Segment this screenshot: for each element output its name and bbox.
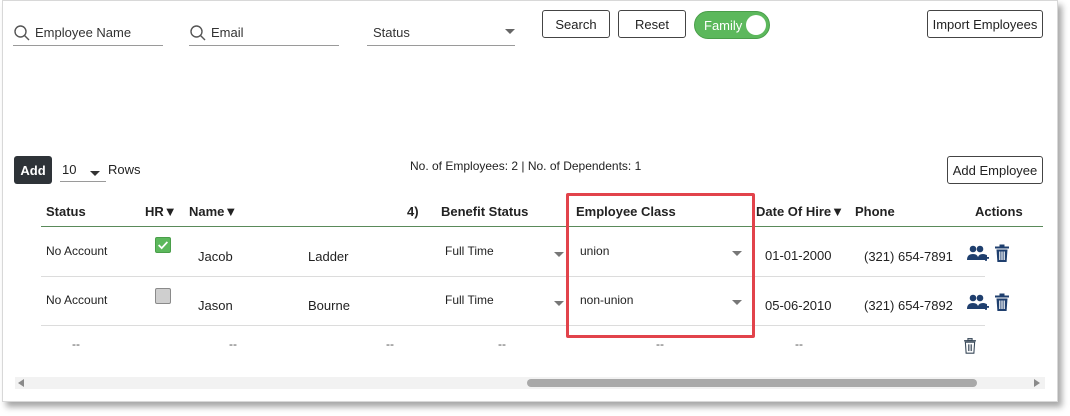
first-name-cell: Jacob (198, 249, 233, 264)
reset-button[interactable]: Reset (618, 10, 686, 38)
column-header-name[interactable]: Name▼ (189, 204, 237, 219)
phone-cell: (321) 654-7892 (864, 298, 953, 313)
search-icon (190, 24, 206, 40)
family-toggle-label: Family (704, 17, 743, 33)
rows-label: Rows (108, 162, 141, 177)
rows-per-page-select[interactable]: 10 (60, 158, 106, 182)
email-filter[interactable]: Email (189, 20, 339, 46)
chevron-down-icon (90, 171, 100, 176)
status-filter-select[interactable]: Status (367, 20, 515, 46)
column-header-date-of-hire[interactable]: Date Of Hire▼ (756, 204, 844, 219)
scroll-left-icon[interactable] (18, 379, 24, 387)
phone-cell: (321) 654-7891 (864, 249, 953, 264)
row-divider (41, 276, 985, 277)
placeholder-dash: -- (72, 337, 80, 351)
status-placeholder: Status (373, 25, 410, 40)
chevron-down-icon (554, 301, 564, 306)
column-header-actions: Actions (975, 204, 1023, 219)
hr-checkbox[interactable] (155, 288, 171, 304)
status-cell: No Account (46, 244, 108, 258)
column-header-hr[interactable]: HR▼ (145, 204, 177, 219)
last-name-cell: Ladder (308, 249, 349, 264)
placeholder-dash: -- (229, 337, 237, 351)
employee-table-panel: Employee Name Email Status Search Reset … (2, 0, 1058, 402)
scroll-right-icon[interactable] (1034, 379, 1040, 387)
search-icon (14, 24, 30, 40)
benefit-status-select[interactable]: Full Time (445, 293, 565, 313)
chevron-down-icon (554, 252, 564, 257)
employee-name-placeholder: Employee Name (35, 25, 132, 40)
column-header-4[interactable]: 4) (407, 204, 419, 219)
add-dependent-icon[interactable] (966, 293, 990, 313)
trash-icon[interactable] (994, 244, 1010, 263)
placeholder-dash: -- (498, 337, 506, 351)
placeholder-dash: -- (795, 337, 803, 351)
trash-icon[interactable] (963, 338, 977, 354)
row-divider (41, 325, 985, 326)
import-employees-button[interactable]: Import Employees (927, 10, 1043, 38)
search-button[interactable]: Search (542, 10, 610, 38)
column-header-status[interactable]: Status (46, 204, 86, 219)
scrollbar-thumb[interactable] (527, 379, 977, 387)
table-header-divider (41, 226, 1043, 227)
date-of-hire-cell: 05-06-2010 (765, 298, 832, 313)
employee-dependent-counts: No. of Employees: 2 | No. of Dependents:… (410, 159, 642, 173)
trash-icon[interactable] (994, 293, 1010, 312)
add-button[interactable]: Add (14, 156, 52, 184)
last-name-cell: Bourne (308, 298, 350, 313)
column-header-benefit-status[interactable]: Benefit Status (441, 204, 528, 219)
column-header-phone[interactable]: Phone (855, 204, 895, 219)
placeholder-dash: -- (656, 337, 664, 351)
benefit-status-value: Full Time (445, 244, 494, 258)
benefit-status-select[interactable]: Full Time (445, 244, 565, 264)
placeholder-dash: -- (386, 337, 394, 351)
status-cell: No Account (46, 293, 108, 307)
rows-per-page-value: 10 (62, 162, 77, 177)
add-dependent-icon[interactable] (966, 244, 990, 264)
benefit-status-value: Full Time (445, 293, 494, 307)
employee-name-filter[interactable]: Employee Name (13, 20, 163, 46)
date-of-hire-cell: 01-01-2000 (765, 248, 832, 263)
hr-checkbox[interactable] (155, 237, 171, 253)
add-employee-button[interactable]: Add Employee (947, 156, 1043, 184)
family-toggle[interactable]: Family (694, 11, 770, 39)
employee-class-highlight (566, 193, 755, 338)
chevron-down-icon (505, 29, 515, 34)
checkmark-icon (158, 241, 169, 250)
email-placeholder: Email (211, 25, 244, 40)
first-name-cell: Jason (198, 298, 233, 313)
toggle-knob (746, 15, 766, 35)
